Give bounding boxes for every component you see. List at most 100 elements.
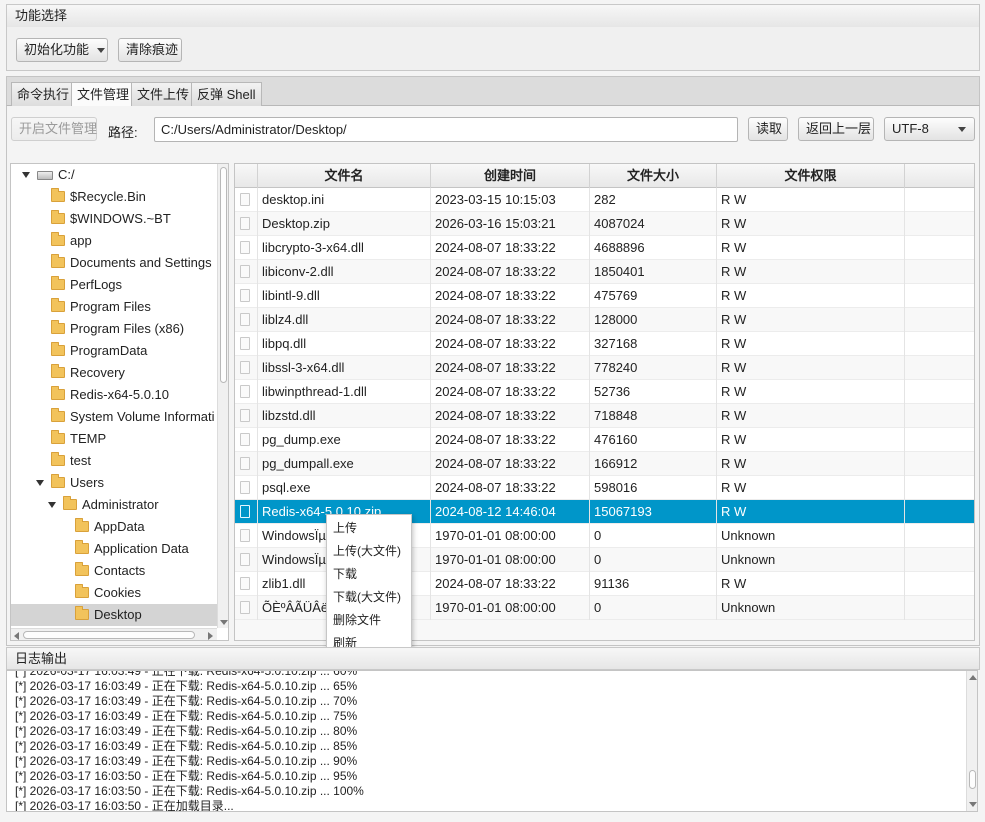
- scroll-right-arrow-icon[interactable]: [208, 632, 213, 640]
- icon-cell: [235, 428, 258, 452]
- table-row[interactable]: psql.exe 2024-08-07 18:33:22 598016 R W: [235, 476, 974, 500]
- tree-vertical-scrollbar[interactable]: [217, 164, 228, 628]
- menu-item-upload-large[interactable]: 上传(大文件): [327, 540, 411, 563]
- tree-item[interactable]: PerfLogs: [11, 274, 217, 296]
- scroll-down-arrow-icon[interactable]: [969, 802, 977, 807]
- tree-item[interactable]: Users: [11, 472, 217, 494]
- table-row[interactable]: libzstd.dll 2024-08-07 18:33:22 718848 R W: [235, 404, 974, 428]
- tree-item[interactable]: Program Files: [11, 296, 217, 318]
- log-vertical-scrollbar[interactable]: [966, 671, 977, 811]
- folder-icon: [51, 386, 65, 400]
- expand-arrow-icon[interactable]: [22, 172, 30, 178]
- read-button[interactable]: 读取: [748, 117, 788, 141]
- tree-item[interactable]: Administrator: [11, 494, 217, 516]
- tree-item[interactable]: $Recycle.Bin: [11, 186, 217, 208]
- log-line: [*] 2026-03-17 16:03:50 - 正在下载: Redis-x6…: [15, 784, 364, 798]
- expand-arrow-icon[interactable]: [36, 480, 44, 486]
- table-row[interactable]: libcrypto-3-x64.dll 2024-08-07 18:33:22 46…: [235, 236, 974, 260]
- tree-item[interactable]: test: [11, 450, 217, 472]
- path-input-value: C:/Users/Administrator/Desktop/: [161, 122, 347, 137]
- table-row[interactable]: pg_dump.exe 2024-08-07 18:33:22 476160 R W: [235, 428, 974, 452]
- tab-file-upload[interactable]: 文件上传: [131, 82, 196, 107]
- column-header-created[interactable]: 创建时间: [431, 164, 590, 188]
- folder-icon: [51, 188, 65, 202]
- table-header: 文件名 创建时间 文件大小 文件权限: [235, 164, 974, 188]
- tree-item-label: Program Files (x86): [70, 321, 185, 336]
- expand-arrow-icon[interactable]: [48, 502, 56, 508]
- tree-item-label: ProgramData: [70, 343, 148, 358]
- tree-item[interactable]: ProgramData: [11, 340, 217, 362]
- go-up-button[interactable]: 返回上一层: [798, 117, 874, 141]
- tree-item[interactable]: System Volume Informati: [11, 406, 217, 428]
- tree-hscroll-thumb[interactable]: [23, 631, 195, 639]
- cell-permission: R W: [717, 476, 905, 500]
- path-input[interactable]: C:/Users/Administrator/Desktop/: [154, 117, 738, 142]
- cell-permission: R W: [717, 284, 905, 308]
- function-panel-title-text: 功能选择: [15, 8, 68, 23]
- icon-cell: [235, 596, 258, 620]
- folder-icon: [51, 298, 65, 312]
- open-file-manager-button[interactable]: 开启文件管理: [11, 117, 97, 141]
- tab-command-exec[interactable]: 命令执行: [11, 82, 76, 107]
- menu-item-upload[interactable]: 上传: [327, 517, 411, 540]
- tree-item[interactable]: TEMP: [11, 428, 217, 450]
- clear-traces-button[interactable]: 清除痕迹: [118, 38, 182, 62]
- tree-item[interactable]: AppData: [11, 516, 217, 538]
- menu-item-delete[interactable]: 删除文件: [327, 609, 411, 632]
- table-row[interactable]: libwinpthread-1.dll 2024-08-07 18:33:22 52…: [235, 380, 974, 404]
- tree-item-label: $WINDOWS.~BT: [70, 211, 171, 226]
- tree-item[interactable]: $WINDOWS.~BT: [11, 208, 217, 230]
- column-header-filename[interactable]: 文件名: [258, 164, 431, 188]
- menu-item-download[interactable]: 下载: [327, 563, 411, 586]
- init-function-dropdown[interactable]: 初始化功能: [16, 38, 108, 62]
- table-row[interactable]: liblz4.dll 2024-08-07 18:33:22 128000 R W: [235, 308, 974, 332]
- tree-item[interactable]: Recovery: [11, 362, 217, 384]
- cell-created: 2024-08-07 18:33:22: [431, 380, 590, 404]
- tab-reverse-shell[interactable]: 反弹 Shell: [191, 82, 262, 107]
- table-row[interactable]: desktop.ini 2023-03-15 10:15:03 282 R W: [235, 188, 974, 212]
- tree-item[interactable]: Documents and Settings: [11, 252, 217, 274]
- log-output[interactable]: [*] 2026-03-17 16:03:49 - 正在下载: Redis-x6…: [6, 670, 978, 812]
- tree-item[interactable]: app: [11, 230, 217, 252]
- menu-item-download-large[interactable]: 下载(大文件): [327, 586, 411, 609]
- table-row[interactable]: libiconv-2.dll 2024-08-07 18:33:22 1850401…: [235, 260, 974, 284]
- folder-icon: [51, 474, 65, 488]
- scroll-down-arrow-icon[interactable]: [220, 620, 228, 625]
- tree-item[interactable]: Cookies: [11, 582, 217, 604]
- cell-permission: Unknown: [717, 548, 905, 572]
- tree-scroll-thumb[interactable]: [220, 167, 227, 383]
- column-header-permission[interactable]: 文件权限: [717, 164, 905, 188]
- tree-item[interactable]: Application Data: [11, 538, 217, 560]
- tree-item[interactable]: Contacts: [11, 560, 217, 582]
- table-row[interactable]: libintl-9.dll 2024-08-07 18:33:22 475769 R …: [235, 284, 974, 308]
- folder-icon: [75, 606, 89, 620]
- column-header-size[interactable]: 文件大小: [590, 164, 717, 188]
- table-row[interactable]: libpq.dll 2024-08-07 18:33:22 327168 R W: [235, 332, 974, 356]
- log-scroll-thumb[interactable]: [969, 770, 976, 789]
- scroll-up-arrow-icon[interactable]: [969, 675, 977, 680]
- encoding-select[interactable]: UTF-8: [884, 117, 975, 141]
- table-row[interactable]: pg_dumpall.exe 2024-08-07 18:33:22 166912 R…: [235, 452, 974, 476]
- cell-size: 475769: [590, 284, 717, 308]
- tree-horizontal-scrollbar[interactable]: [11, 628, 217, 640]
- tree-item-label: Recovery: [70, 365, 125, 380]
- table-row[interactable]: libssl-3-x64.dll 2024-08-07 18:33:22 77824…: [235, 356, 974, 380]
- cell-permission: R W: [717, 428, 905, 452]
- tree-item[interactable]: Desktop: [11, 604, 217, 626]
- cell-size: 327168: [590, 332, 717, 356]
- cell-created: 2024-08-07 18:33:22: [431, 356, 590, 380]
- cell-permission: Unknown: [717, 524, 905, 548]
- cell-created: 1970-01-01 08:00:00: [431, 596, 590, 620]
- tree-item[interactable]: Redis-x64-5.0.10: [11, 384, 217, 406]
- tree-item[interactable]: C:/: [11, 164, 217, 186]
- cell-filename: libcrypto-3-x64.dll: [258, 236, 431, 260]
- tab-file-manager[interactable]: 文件管理: [71, 82, 136, 108]
- tree-item[interactable]: Program Files (x86): [11, 318, 217, 340]
- directory-tree[interactable]: C:/ $Recycle.Bin $WINDOWS.~BT app Documents …: [10, 163, 229, 641]
- scroll-left-arrow-icon[interactable]: [14, 632, 19, 640]
- folder-icon: [51, 452, 65, 466]
- table-row[interactable]: Desktop.zip 2026-03-16 15:03:21 4087024 R W: [235, 212, 974, 236]
- cell-size: 91136: [590, 572, 717, 596]
- folder-icon: [51, 276, 65, 290]
- cell-size: 15067193: [590, 500, 717, 524]
